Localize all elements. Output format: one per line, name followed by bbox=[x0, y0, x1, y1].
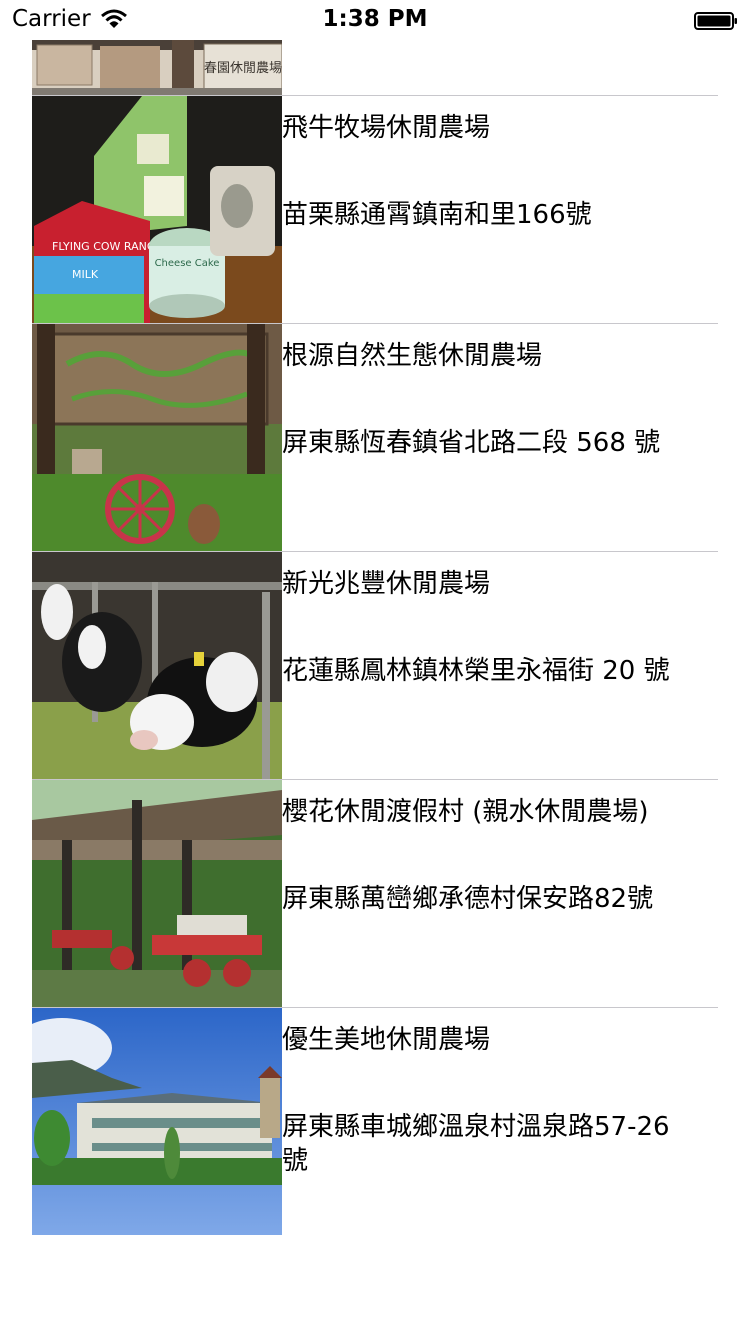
farm-address: 屏東縣車城鄉溫泉村溫泉路57-26號 bbox=[282, 1112, 670, 1176]
farm-thumbnail: 春園休閒農場 bbox=[32, 40, 282, 95]
list-item[interactable]: 櫻花休閒渡假村 (親水休閒農場) 屏東縣萬巒鄉承德村保安路82號 bbox=[32, 779, 718, 1007]
farm-name: 新光兆豐休閒農場 bbox=[282, 569, 491, 599]
farm-thumbnail bbox=[32, 324, 282, 551]
farm-thumbnail bbox=[32, 780, 282, 1007]
list-item[interactable]: 春園休閒農場 bbox=[32, 40, 718, 95]
status-bar: Carrier 1:38 PM bbox=[0, 0, 750, 40]
farm-address: 屏東縣萬巒鄉承德村保安路82號 bbox=[282, 884, 654, 914]
farm-thumbnail bbox=[32, 1008, 282, 1235]
list-item[interactable]: 優生美地休閒農場 屏東縣車城鄉溫泉村溫泉路57-26號 bbox=[32, 1007, 718, 1235]
tin-text: Cheese Cake bbox=[155, 258, 220, 269]
list-item[interactable]: FLYING COW RANCH MILK Cheese Cake 飛牛牧場休閒… bbox=[32, 95, 718, 323]
battery-icon bbox=[694, 12, 737, 30]
farm-address: 苗栗縣通霄鎮南和里166號 bbox=[282, 200, 592, 230]
farm-name: 根源自然生態休閒農場 bbox=[282, 341, 543, 371]
clock: 1:38 PM bbox=[322, 6, 428, 32]
farm-thumbnail: FLYING COW RANCH MILK Cheese Cake bbox=[32, 96, 282, 323]
farm-name: 櫻花休閒渡假村 (親水休閒農場) bbox=[282, 797, 649, 827]
list-item[interactable]: 新光兆豐休閒農場 花蓮縣鳳林鎮林榮里永福街 20 號 bbox=[32, 551, 718, 779]
sign-text: 春園休閒農場 bbox=[204, 61, 282, 76]
farm-name: 飛牛牧場休閒農場 bbox=[282, 113, 491, 143]
farm-list[interactable]: 春園休閒農場 FLYING COW RANCH MILK Cheese Cake… bbox=[32, 40, 718, 1235]
farm-address: 屏東縣恆春鎮省北路二段 568 號 bbox=[282, 428, 661, 458]
farm-address: 花蓮縣鳳林鎮林榮里永福街 20 號 bbox=[282, 656, 670, 686]
farm-thumbnail bbox=[32, 552, 282, 779]
farm-name: 優生美地休閒農場 bbox=[282, 1025, 491, 1055]
box-text-milk: MILK bbox=[72, 268, 99, 281]
list-item[interactable]: 根源自然生態休閒農場 屏東縣恆春鎮省北路二段 568 號 bbox=[32, 323, 718, 551]
box-text: FLYING COW RANCH bbox=[52, 240, 163, 253]
